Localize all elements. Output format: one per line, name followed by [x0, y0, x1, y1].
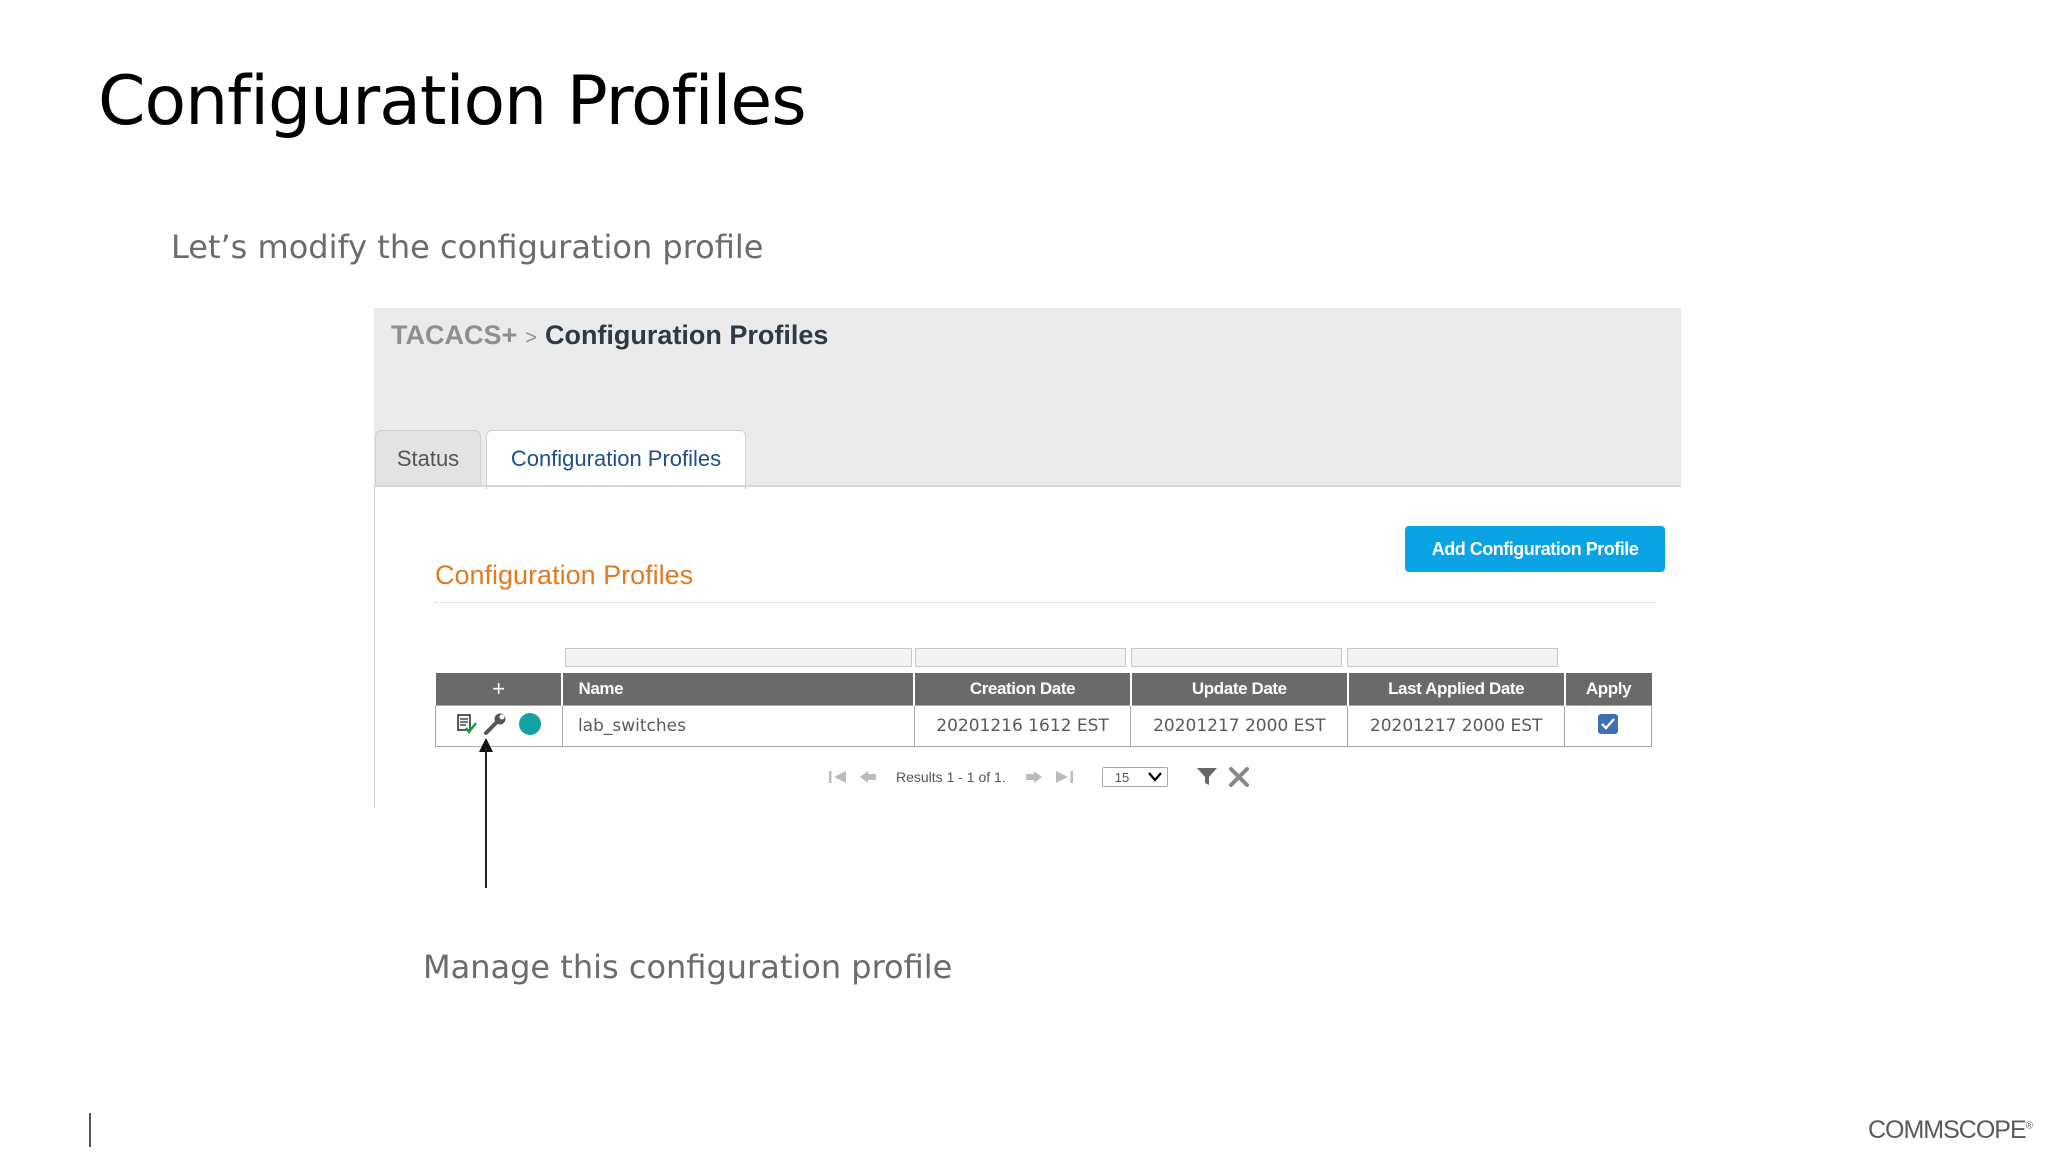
edit-icon[interactable]: [456, 713, 478, 740]
slide-title: Configuration Profiles: [98, 62, 807, 141]
header-divider: [374, 485, 1681, 487]
brand-mark: ®: [2025, 1120, 2033, 1132]
creation-date-column-header[interactable]: Creation Date: [914, 673, 1132, 706]
clear-filter-icon[interactable]: [1228, 767, 1250, 787]
name-filter-input[interactable]: [565, 648, 912, 667]
apply-cell: [1564, 705, 1652, 747]
status-dot-icon[interactable]: [518, 712, 542, 741]
creation-date-cell: 20201216 1612 EST: [913, 705, 1132, 747]
wrench-icon[interactable]: [482, 711, 508, 742]
breadcrumb: TACACS+ > Configuration Profiles: [391, 320, 828, 351]
table-row: lab_switches 20201216 1612 EST 20201217 …: [435, 705, 1652, 747]
profile-name-cell[interactable]: lab_switches: [561, 705, 915, 747]
page-size-select[interactable]: 15: [1101, 767, 1168, 787]
section-divider: [435, 602, 1655, 603]
tab-status[interactable]: Status: [375, 430, 481, 486]
brand-name: COMMSCOPE: [1867, 1116, 2027, 1144]
chevron-down-icon: [1147, 770, 1162, 785]
filter-icon[interactable]: [1196, 767, 1218, 787]
name-column-header[interactable]: Name: [562, 673, 916, 706]
add-row-column-header[interactable]: +: [435, 673, 564, 706]
update-date-column-header[interactable]: Update Date: [1130, 673, 1349, 706]
creation-date-filter-input[interactable]: [915, 648, 1126, 667]
next-page-icon[interactable]: [1024, 769, 1044, 785]
app-screenshot-panel: TACACS+ > Configuration Profiles Status Co…: [374, 308, 1681, 808]
app-header: TACACS+ > Configuration Profiles Status Co…: [374, 308, 1681, 489]
commscope-logo: COMMSCOPE®: [1867, 1116, 2033, 1145]
tab-configuration-profiles[interactable]: Configuration Profiles: [486, 430, 746, 489]
slide-subtitle: Let’s modify the configuration profile: [171, 228, 764, 266]
breadcrumb-separator: >: [525, 327, 537, 349]
row-actions-cell: [435, 705, 563, 747]
last-applied-date-filter-input[interactable]: [1347, 648, 1558, 667]
table-header-row: + Name Creation Date Update Date Last Ap…: [435, 673, 1652, 706]
section-title: Configuration Profiles: [435, 560, 694, 590]
panel-border: [374, 485, 375, 808]
breadcrumb-root[interactable]: TACACS+: [391, 320, 517, 350]
apply-checkbox[interactable]: [1597, 713, 1619, 740]
last-applied-date-column-header[interactable]: Last Applied Date: [1347, 673, 1566, 706]
pointer-arrow: [485, 748, 487, 888]
callout-caption: Manage this configuration profile: [423, 948, 953, 986]
results-text: Results 1 - 1 of 1.: [896, 769, 1006, 785]
pagination-bar: Results 1 - 1 of 1. 15: [828, 763, 1260, 791]
footer-divider: [89, 1113, 91, 1147]
breadcrumb-current: Configuration Profiles: [544, 320, 829, 350]
page-size-value: 15: [1114, 769, 1130, 785]
update-date-filter-input[interactable]: [1131, 648, 1342, 667]
first-page-icon[interactable]: [828, 769, 848, 785]
apply-column-header: Apply: [1564, 673, 1652, 706]
profiles-table: + Name Creation Date Update Date Last Ap…: [435, 673, 1652, 747]
add-configuration-profile-button[interactable]: Add Configuration Profile: [1405, 526, 1665, 572]
last-page-icon[interactable]: [1054, 769, 1074, 785]
last-applied-date-cell: 20201217 2000 EST: [1347, 705, 1566, 747]
update-date-cell: 20201217 2000 EST: [1130, 705, 1349, 747]
previous-page-icon[interactable]: [858, 769, 878, 785]
